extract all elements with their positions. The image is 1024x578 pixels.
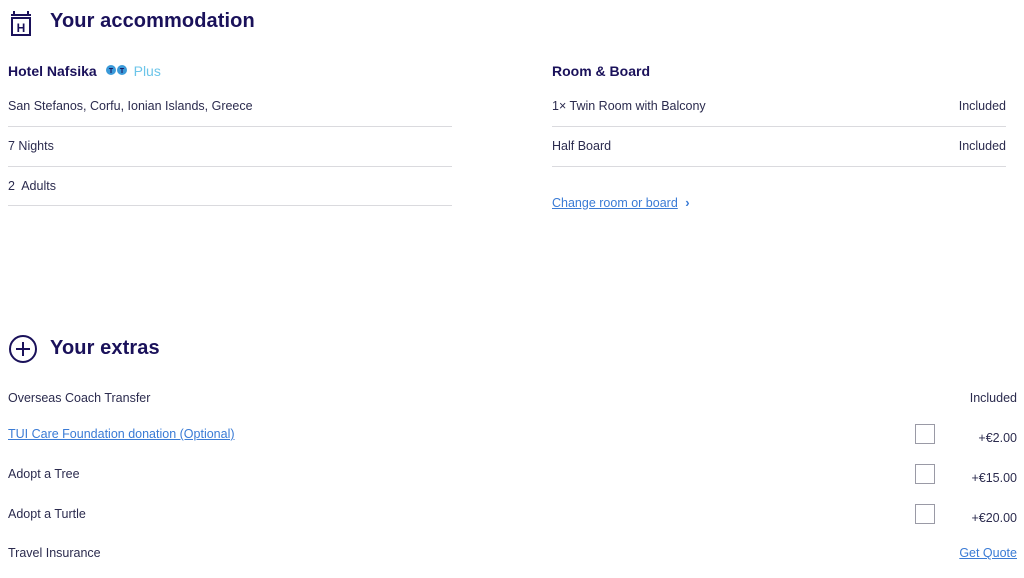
extra-label-adopt-turtle: Adopt a Turtle (8, 507, 86, 521)
room-item-row: 1× Twin Room with Balcony Included (552, 99, 1006, 127)
extra-label-adopt-tree: Adopt a Tree (8, 467, 80, 481)
extras-title: Your extras (50, 337, 160, 359)
extra-label-tui-care-donation[interactable]: TUI Care Foundation donation (Optional) (8, 427, 235, 441)
svg-text:T: T (109, 68, 114, 75)
hotel-nights-row: 7 Nights (8, 139, 452, 167)
plus-badge: Plus (133, 63, 161, 80)
room-item-value: Included (958, 99, 1006, 113)
svg-text:T: T (120, 68, 125, 75)
hotel-guests-row: 2 Adults (8, 179, 452, 206)
hotel-title: Hotel Nafsika T T Plus (8, 63, 161, 81)
board-item-value: Included (958, 139, 1006, 153)
tui-rating-icon: T T (105, 63, 129, 81)
hotel-guests: 2 Adults (8, 179, 56, 193)
extra-value-adopt-turtle: +€20.00 (971, 511, 1017, 525)
board-item-label: Half Board (552, 139, 612, 153)
adopt-turtle-checkbox[interactable] (915, 504, 935, 524)
extra-label-coach-transfer: Overseas Coach Transfer (8, 391, 151, 405)
chevron-right-icon: › (685, 195, 690, 210)
get-quote-link[interactable]: Get Quote (959, 546, 1017, 560)
extra-value-tui-care-donation: +€2.00 (978, 431, 1017, 445)
change-room-board-link[interactable]: Change room or board (552, 196, 678, 210)
hotel-sign-icon: H (8, 10, 34, 38)
extra-value-adopt-tree: +€15.00 (971, 471, 1017, 485)
hotel-location: San Stefanos, Corfu, Ionian Islands, Gre… (8, 99, 253, 113)
board-item-row: Half Board Included (552, 139, 1006, 167)
change-room-board-link-wrap: Change room or board › (552, 194, 690, 212)
hotel-nights: 7 Nights (8, 139, 54, 153)
plus-circle-icon (8, 334, 38, 364)
room-board-title: Room & Board (552, 63, 650, 79)
svg-text:H: H (17, 21, 26, 35)
hotel-name: Hotel Nafsika (8, 63, 97, 80)
extra-label-travel-insurance: Travel Insurance (8, 546, 101, 560)
adopt-tree-checkbox[interactable] (915, 464, 935, 484)
extra-value-coach-transfer: Included (969, 391, 1017, 405)
tui-care-donation-checkbox[interactable] (915, 424, 935, 444)
hotel-location-row: San Stefanos, Corfu, Ionian Islands, Gre… (8, 99, 452, 127)
room-item-label: 1× Twin Room with Balcony (552, 99, 706, 113)
accommodation-title: Your accommodation (50, 10, 255, 32)
